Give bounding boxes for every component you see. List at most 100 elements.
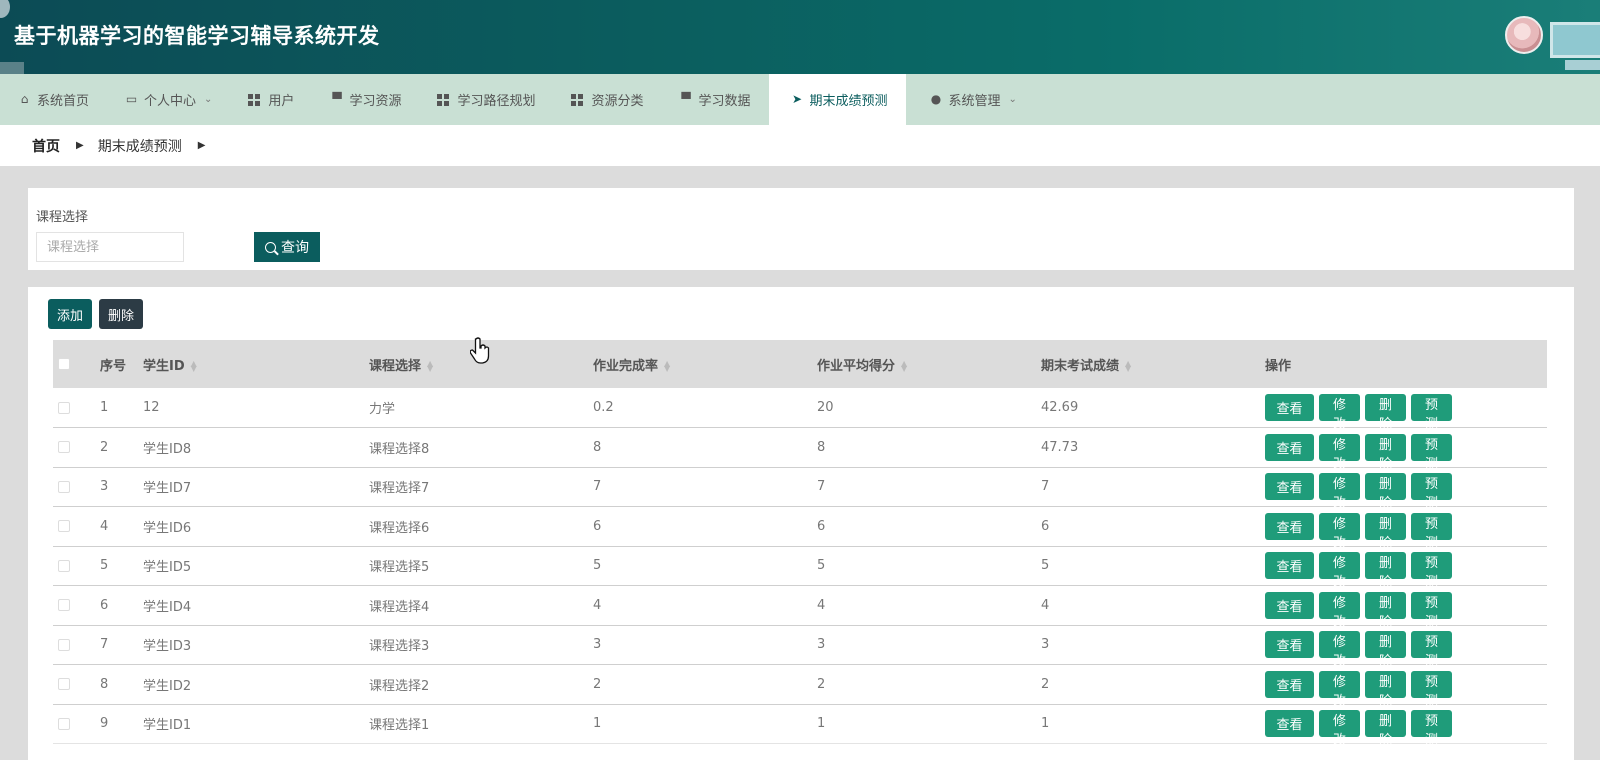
batch-delete-button[interactable]: 删除 (99, 299, 143, 329)
cell-actions: 查看 修改 删除 预测 (1265, 428, 1547, 472)
delete-button[interactable]: 删除 (1365, 394, 1406, 432)
header-student-id[interactable]: 学生ID ▲ ▼ (143, 340, 369, 388)
nav-label: 用户 (268, 94, 295, 109)
view-button[interactable]: 查看 (1265, 394, 1314, 421)
edit-button[interactable]: 修改 (1319, 670, 1360, 709)
avatar[interactable] (1505, 16, 1543, 54)
edit-button[interactable]: 修改 (1319, 591, 1360, 630)
cell-student-id: 学生ID8 (143, 441, 192, 457)
header-decoration (0, 0, 10, 18)
delete-button[interactable]: 删除 (1365, 591, 1406, 630)
sort-icon[interactable]: ▲ ▼ (427, 360, 433, 373)
header-actions: 操作 (1265, 358, 1292, 374)
add-button[interactable]: 添加 (48, 299, 92, 329)
nav-item-personal-center[interactable]: ▭ 个人中心 ⌄ (107, 74, 230, 125)
row-checkbox[interactable] (58, 441, 70, 454)
delete-button[interactable]: 删除 (1365, 670, 1406, 709)
view-button[interactable]: 查看 (1265, 512, 1314, 540)
table-row: 2 学生ID8 课程选择8 8 8 47.73 查看 修改 删除 预测 (53, 428, 1547, 472)
table-row: 8 学生ID2 课程选择2 2 2 2 查看 修改 删除 预测 (53, 665, 1547, 709)
row-checkbox[interactable] (58, 520, 70, 533)
table-row: 1 12 力学 0.2 20 42.69 查看 修改 删除 预测 (53, 388, 1547, 432)
nav-item-learning-path[interactable]: 学习路径规划 (419, 74, 553, 125)
view-button[interactable]: 查看 (1265, 552, 1314, 580)
row-checkbox[interactable] (58, 480, 70, 493)
view-button[interactable]: 查看 (1265, 473, 1314, 501)
header-completion-rate[interactable]: 作业完成率 ▲ ▼ (593, 340, 817, 388)
cell-completion-rate: 7 (593, 479, 602, 495)
predict-button[interactable]: 预测 (1411, 433, 1452, 472)
delete-button[interactable]: 删除 (1365, 552, 1406, 590)
row-checkbox[interactable] (58, 678, 70, 691)
search-panel: 课程选择 查询 (28, 188, 1574, 270)
predict-button[interactable]: 预测 (1411, 670, 1452, 709)
delete-button[interactable]: 删除 (1365, 631, 1406, 669)
row-checkbox[interactable] (58, 401, 70, 414)
cell-average-score: 4 (817, 597, 826, 613)
predict-button[interactable]: 预测 (1411, 591, 1452, 630)
delete-button[interactable]: 删除 (1365, 512, 1406, 551)
view-button[interactable]: 查看 (1265, 433, 1314, 461)
breadcrumb-home[interactable]: 首页 (32, 136, 60, 156)
cell-average-score: 7 (817, 479, 826, 495)
cell-completion-rate: 3 (593, 637, 602, 653)
cell-average-score: 3 (817, 637, 826, 653)
row-select-cell (53, 586, 100, 626)
delete-button[interactable]: 删除 (1365, 473, 1406, 511)
view-button[interactable]: 查看 (1265, 710, 1314, 738)
edit-button[interactable]: 修改 (1319, 552, 1360, 590)
view-button[interactable]: 查看 (1265, 631, 1314, 659)
cell-actions: 查看 修改 删除 预测 (1265, 388, 1547, 432)
monitor-stand-icon (1565, 60, 1600, 70)
sort-icon[interactable]: ▲ ▼ (664, 360, 670, 373)
cell-actions: 查看 修改 删除 预测 (1265, 586, 1547, 630)
header-average-score[interactable]: 作业平均得分 ▲ ▼ (817, 340, 1041, 388)
nav-item-users[interactable]: 用户 (230, 74, 312, 125)
cell-completion-rate: 1 (593, 716, 602, 732)
edit-button[interactable]: 修改 (1319, 512, 1360, 551)
header-label: 学生ID (143, 358, 185, 374)
nav-item-final-prediction[interactable]: ➤ 期末成绩预测 (768, 74, 906, 125)
query-button[interactable]: 查询 (254, 232, 320, 262)
cell-actions: 查看 修改 删除 预测 (1265, 467, 1547, 511)
predict-button[interactable]: 预测 (1411, 552, 1452, 590)
edit-button[interactable]: 修改 (1319, 473, 1360, 511)
predict-button[interactable]: 预测 (1411, 394, 1452, 432)
nav-item-learning-data[interactable]: ▀ 学习数据 (661, 74, 768, 125)
view-button[interactable]: 查看 (1265, 670, 1314, 698)
row-checkbox[interactable] (58, 717, 70, 730)
table-row: 6 学生ID4 课程选择4 4 4 4 查看 修改 删除 预测 (53, 586, 1547, 630)
row-actions: 查看 修改 删除 预测 (1265, 631, 1547, 669)
nav-item-resource-category[interactable]: 资源分类 (553, 74, 661, 125)
predict-button[interactable]: 预测 (1411, 512, 1452, 551)
cell-index: 8 (100, 676, 109, 692)
edit-button[interactable]: 修改 (1319, 433, 1360, 472)
edit-button[interactable]: 修改 (1319, 710, 1360, 748)
cell-student-id: 12 (143, 400, 160, 415)
nav-item-system-admin[interactable]: ● 系统管理 ⌄ (906, 74, 1035, 125)
header-index: 序号 (100, 358, 127, 374)
edit-button[interactable]: 修改 (1319, 394, 1360, 432)
nav-item-home[interactable]: ⌂ 系统首页 (0, 74, 107, 125)
delete-button[interactable]: 删除 (1365, 710, 1406, 748)
grid-icon (437, 93, 450, 106)
select-all-checkbox[interactable] (58, 358, 70, 370)
row-checkbox[interactable] (58, 559, 70, 572)
breadcrumb-current: 期末成绩预测 (97, 138, 182, 155)
cell-course: 力学 (369, 402, 396, 417)
predict-button[interactable]: 预测 (1411, 710, 1452, 748)
view-button[interactable]: 查看 (1265, 591, 1314, 619)
delete-button[interactable]: 删除 (1365, 433, 1406, 472)
cell-final-score: 3 (1041, 637, 1050, 653)
sort-icon[interactable]: ▲ ▼ (191, 360, 197, 373)
sort-icon[interactable]: ▲ ▼ (1125, 360, 1131, 373)
sort-icon[interactable]: ▲ ▼ (901, 360, 907, 373)
row-checkbox[interactable] (58, 638, 70, 651)
nav-item-learning-resources[interactable]: ▀ 学习资源 (312, 74, 419, 125)
header-final-score[interactable]: 期末考试成绩 ▲ ▼ (1041, 340, 1265, 388)
edit-button[interactable]: 修改 (1319, 631, 1360, 669)
row-checkbox[interactable] (58, 599, 70, 612)
predict-button[interactable]: 预测 (1411, 631, 1452, 669)
course-filter-input[interactable] (36, 232, 184, 262)
predict-button[interactable]: 预测 (1411, 473, 1452, 511)
